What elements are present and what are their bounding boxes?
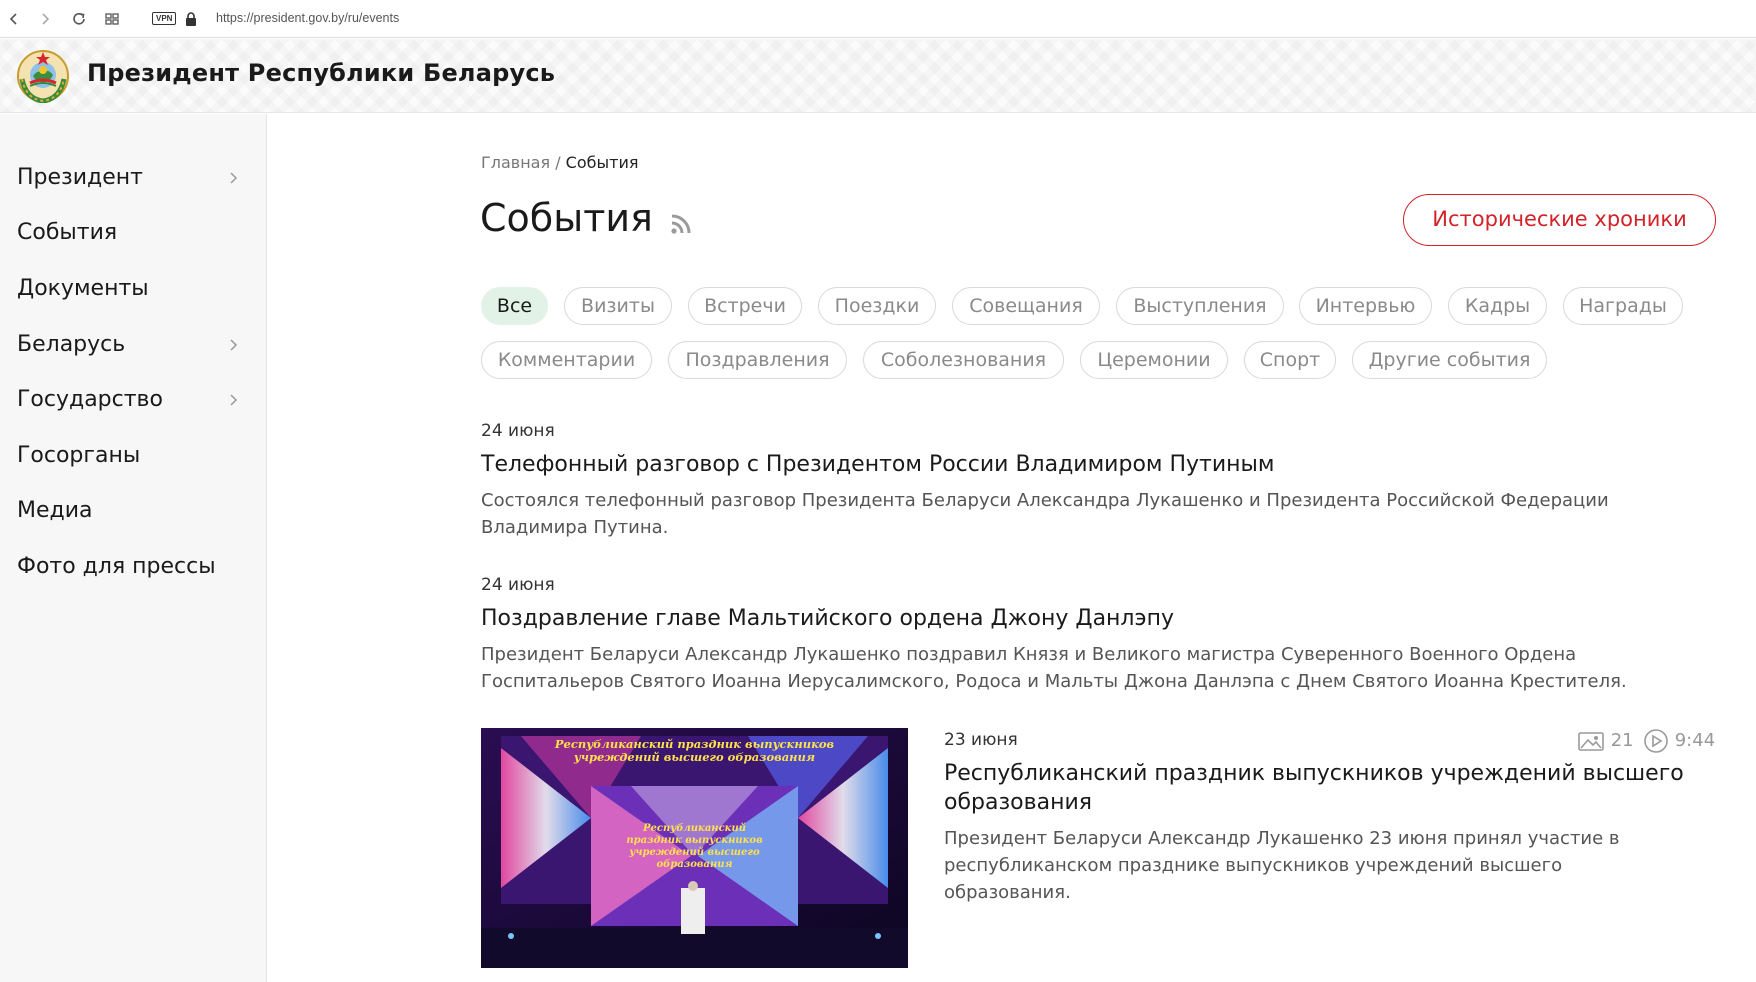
filter-chip-condolences[interactable]: Соболезнования — [863, 341, 1064, 379]
chevron-right-icon — [227, 380, 241, 420]
address-bar[interactable]: https://president.gov.by/ru/events — [216, 11, 399, 25]
filter-chip-meetings[interactable]: Встречи — [688, 287, 802, 325]
chevron-right-icon — [227, 158, 241, 198]
news-summary-line: Президент Беларуси Александр Лукашенко 2… — [944, 828, 1620, 849]
tabs-grid-icon[interactable] — [102, 9, 122, 29]
sidebar-item-label: События — [17, 220, 118, 245]
sidebar-item-label: Документы — [17, 276, 149, 301]
news-summary: Президент Беларуси Александр Лукашенко п… — [481, 641, 1627, 695]
filter-chip-sport[interactable]: Спорт — [1244, 341, 1336, 379]
sidebar-item-president[interactable]: Президент — [17, 158, 257, 198]
historical-chronicles-button[interactable]: Исторические хроники — [1403, 194, 1716, 246]
video-duration[interactable]: 9:44 — [1643, 728, 1715, 754]
site-header: Президент Республики Беларусь — [0, 39, 1756, 113]
news-summary: Президент Беларуси Александр Лукашенко 2… — [944, 825, 1704, 906]
news-title-line: Республиканский праздник выпускников учр… — [944, 761, 1684, 786]
sidebar-item-label: Беларусь — [17, 332, 126, 357]
filter-chip-speeches[interactable]: Выступления — [1116, 287, 1284, 325]
news-summary-line: Президент Беларуси Александр Лукашенко п… — [481, 644, 1577, 665]
breadcrumb: Главная / События — [481, 153, 638, 172]
state-emblem-icon[interactable] — [16, 49, 70, 104]
forward-icon[interactable] — [35, 9, 55, 29]
news-summary-line: Состоялся телефонный разговор Президента… — [481, 490, 1609, 511]
sidebar-menu: Президент События Документы Беларусь Гос… — [0, 114, 267, 982]
news-summary-line: Госпитальеров Святого Иоанна Иерусалимск… — [481, 671, 1627, 692]
sidebar-item-label: Президент — [17, 165, 143, 190]
news-date: 24 июня — [481, 575, 555, 595]
thumbnail-caption-line: учреждений высшего — [629, 847, 760, 858]
news-thumbnail-image[interactable]: Республиканский праздник выпускников учр… — [481, 728, 908, 968]
sidebar-item-press-photos[interactable]: Фото для прессы — [17, 547, 257, 587]
reload-icon[interactable] — [69, 9, 89, 29]
breadcrumb-home-link[interactable]: Главная — [481, 153, 550, 172]
video-duration-value: 9:44 — [1674, 730, 1716, 751]
news-date: 24 июня — [481, 421, 555, 441]
news-title-link[interactable]: Республиканский праздник выпускников учр… — [944, 759, 1704, 817]
photo-count-value: 21 — [1610, 730, 1634, 751]
filter-chip-conferences[interactable]: Совещания — [952, 287, 1100, 325]
photo-count[interactable]: 21 — [1577, 728, 1634, 754]
filter-chip-congratulations[interactable]: Поздравления — [668, 341, 847, 379]
play-circle-icon — [1643, 729, 1669, 753]
back-icon[interactable] — [4, 9, 24, 29]
sidebar-item-label: Фото для прессы — [17, 554, 216, 579]
sidebar-item-label: Госорганы — [17, 443, 141, 468]
filter-chip-other-events[interactable]: Другие события — [1352, 341, 1547, 379]
sidebar-item-documents[interactable]: Документы — [17, 269, 257, 309]
breadcrumb-current: События — [565, 153, 639, 172]
page-title: События — [480, 196, 653, 240]
news-title-line: образования — [944, 790, 1092, 815]
sidebar-item-media[interactable]: Медиа — [17, 491, 257, 531]
thumbnail-caption-line: праздник выпускников — [626, 835, 763, 846]
thumbnail-caption-line: образования — [656, 859, 733, 870]
filter-chip-all[interactable]: Все — [481, 287, 548, 325]
news-title-link[interactable]: Поздравление главе Мальтийского ордена Д… — [481, 604, 1174, 633]
rss-icon[interactable] — [669, 212, 693, 236]
news-summary-line: республиканском празднике выпускников уч… — [944, 855, 1563, 876]
filter-chip-ceremonies[interactable]: Церемонии — [1080, 341, 1228, 379]
image-gallery-icon — [1577, 730, 1605, 751]
news-summary-line: образования. — [944, 882, 1071, 903]
filter-chip-personnel[interactable]: Кадры — [1448, 287, 1547, 325]
filter-chip-trips[interactable]: Поездки — [818, 287, 936, 325]
lock-icon[interactable] — [184, 11, 198, 27]
browser-toolbar: VPN https://president.gov.by/ru/events — [0, 0, 1756, 38]
sidebar-item-events[interactable]: События — [17, 213, 257, 253]
filter-chip-awards[interactable]: Награды — [1563, 287, 1683, 325]
filter-chip-interviews[interactable]: Интервью — [1299, 287, 1432, 325]
thumbnail-caption-line: Республиканский — [643, 823, 746, 834]
vpn-badge[interactable]: VPN — [152, 12, 177, 25]
breadcrumb-separator: / — [550, 153, 566, 172]
sidebar-item-label: Медиа — [17, 498, 93, 523]
sidebar-item-belarus[interactable]: Беларусь — [17, 325, 257, 365]
filter-chip-visits[interactable]: Визиты — [564, 287, 672, 325]
news-date: 23 июня — [944, 730, 1018, 750]
thumbnail-caption-line: учреждений высшего образования — [573, 750, 816, 764]
site-title[interactable]: Президент Республики Беларусь — [87, 59, 555, 87]
sidebar-item-government-bodies[interactable]: Госорганы — [17, 436, 257, 476]
chevron-right-icon — [227, 325, 241, 365]
news-title-link[interactable]: Телефонный разговор с Президентом России… — [481, 450, 1275, 479]
sidebar-item-state[interactable]: Государство — [17, 380, 257, 420]
news-summary: Состоялся телефонный разговор Президента… — [481, 487, 1609, 541]
filter-chip-comments[interactable]: Комментарии — [481, 341, 652, 379]
news-summary-line: Владимира Путина. — [481, 517, 669, 538]
sidebar-item-label: Государство — [17, 387, 163, 412]
